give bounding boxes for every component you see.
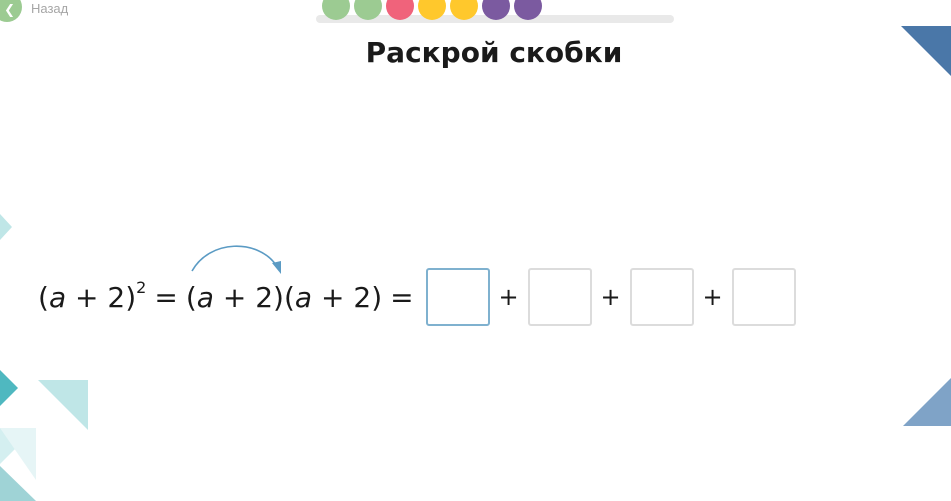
decor-triangle-left-pale-2 (0, 428, 36, 480)
plus-sign: + (498, 283, 519, 311)
plus-sign: + (702, 283, 723, 311)
plus-sign: + (600, 283, 621, 311)
page-title: Раскрой скобки (365, 36, 623, 69)
progress-steps (322, 0, 542, 20)
answer-input-4[interactable] (731, 268, 796, 326)
progress-step-3 (386, 0, 414, 20)
decor-triangle-left-light (38, 380, 88, 430)
answer-equals-sign: = (390, 280, 414, 314)
progress-step-6 (482, 0, 510, 20)
lhs-base: (a + 2) (38, 280, 137, 314)
back-button[interactable]: ❮ Назад (0, 0, 69, 22)
expression-lhs: (a + 2)2 (38, 277, 147, 314)
answer-input-3[interactable] (629, 268, 694, 326)
progress-step-1 (322, 0, 350, 20)
rhs-factor-2: (a + 2) (283, 280, 383, 314)
exponent: 2 (136, 277, 147, 297)
equals-sign: = (154, 280, 178, 314)
decor-triangle-bottom-right (903, 378, 951, 426)
answer-input-2[interactable] (527, 268, 592, 326)
task-equation: (a + 2)2 = (a + 2) (a + 2) = + + + (38, 266, 796, 328)
progress-bar (316, 0, 674, 23)
decor-triangle-left-teal (0, 370, 18, 406)
background-decoration (0, 26, 951, 501)
chevron-left-icon: ❮ (0, 0, 22, 22)
progress-step-5 (450, 0, 478, 20)
decor-triangle-left-pale (0, 428, 36, 464)
progress-step-4 (418, 0, 446, 20)
back-label: Назад (31, 0, 69, 16)
rhs-factor-1: (a + 2) (185, 280, 284, 314)
answer-input-1[interactable] (425, 268, 490, 326)
decor-triangle-left-small (0, 214, 12, 240)
decor-triangle-left-bottom (0, 466, 36, 501)
progress-step-2 (354, 0, 382, 20)
progress-step-7 (514, 0, 542, 20)
